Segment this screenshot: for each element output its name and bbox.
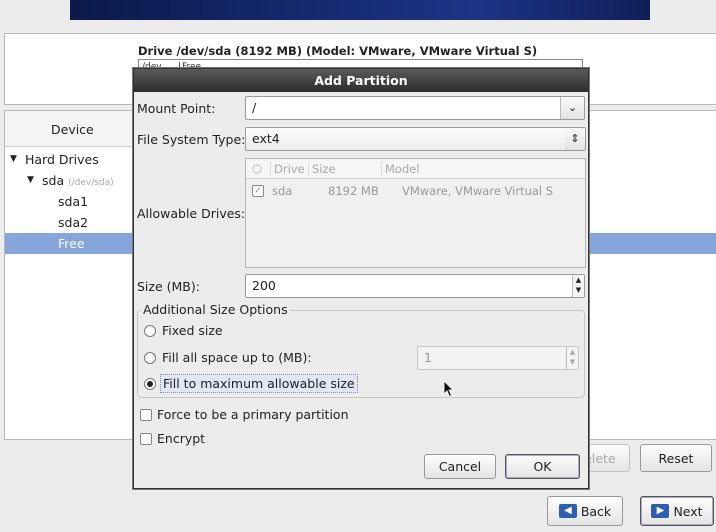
next-button[interactable]: ▶ Next (640, 496, 714, 526)
fill-max-radio[interactable] (144, 378, 156, 390)
size-spinbox[interactable]: 200 ▲ ▼ (245, 274, 585, 298)
header-banner (70, 0, 650, 20)
chevron-down-icon[interactable]: ⌄ (560, 97, 584, 119)
primary-partition-checkbox[interactable] (140, 409, 152, 421)
fs-type-value: ext4 (252, 131, 280, 146)
updown-icon: ⇕ (565, 128, 585, 150)
mount-point-value: / (252, 100, 257, 115)
drive-row[interactable]: ✓ sda 8192 MB VMware, VMware Virtual S (246, 181, 585, 201)
fill-upto-radio[interactable] (144, 352, 156, 364)
col-drive[interactable]: Drive (270, 162, 305, 176)
dialog-title: Add Partition (134, 69, 588, 92)
primary-partition-label[interactable]: Force to be a primary partition (157, 407, 349, 422)
collapse-icon[interactable]: ▼ (27, 175, 34, 185)
next-arrow-icon: ▶ (651, 504, 670, 518)
fixed-size-label[interactable]: Fixed size (162, 323, 223, 338)
fill-max-label[interactable]: Fill to maximum allowable size (160, 374, 358, 393)
col-model[interactable]: Model (381, 162, 420, 176)
back-button[interactable]: ◀ Back (547, 496, 623, 526)
fill-upto-spinbox[interactable]: 1 ▲ ▼ (417, 346, 579, 370)
spin-arrows-icon[interactable]: ▲ ▼ (572, 275, 584, 297)
fs-type-label: File System Type: (137, 132, 246, 147)
size-options-legend: Additional Size Options (141, 302, 290, 317)
add-partition-dialog: Add Partition Mount Point: / ⌄ File Syst… (133, 68, 589, 489)
collapse-icon[interactable]: ▼ (10, 154, 17, 164)
encrypt-label[interactable]: Encrypt (157, 431, 205, 446)
fixed-size-radio[interactable] (144, 325, 156, 337)
reset-button[interactable]: Reset (640, 444, 712, 472)
cancel-button[interactable]: Cancel (424, 454, 496, 479)
allowable-drives-label: Allowable Drives: (137, 206, 246, 221)
encrypt-checkbox[interactable] (140, 433, 152, 445)
allowable-drives-list[interactable]: ○ Drive Size Model ✓ sda 8192 MB VMware,… (245, 158, 586, 268)
mount-point-label: Mount Point: (137, 101, 216, 116)
mouse-cursor-icon (443, 380, 454, 398)
size-value: 200 (252, 278, 276, 293)
tree-header-device[interactable]: Device (5, 111, 135, 147)
fill-upto-label[interactable]: Fill all space up to (MB): (162, 350, 312, 365)
back-arrow-icon: ◀ (558, 504, 577, 518)
col-size[interactable]: Size (308, 162, 336, 176)
drive-title: Drive /dev/sda (8192 MB) (Model: VMware,… (138, 44, 538, 58)
fs-type-select[interactable]: ext4 ⇕ (245, 127, 586, 151)
drives-list-header: ○ Drive Size Model (246, 159, 585, 179)
spin-arrows-icon[interactable]: ▲ ▼ (566, 347, 578, 369)
drive-checkbox[interactable]: ✓ (252, 185, 264, 197)
size-label: Size (MB): (137, 279, 200, 294)
ok-button[interactable]: OK (505, 454, 580, 479)
radio-col-icon: ○ (252, 161, 263, 175)
mount-point-combo[interactable]: / ⌄ (245, 96, 585, 120)
